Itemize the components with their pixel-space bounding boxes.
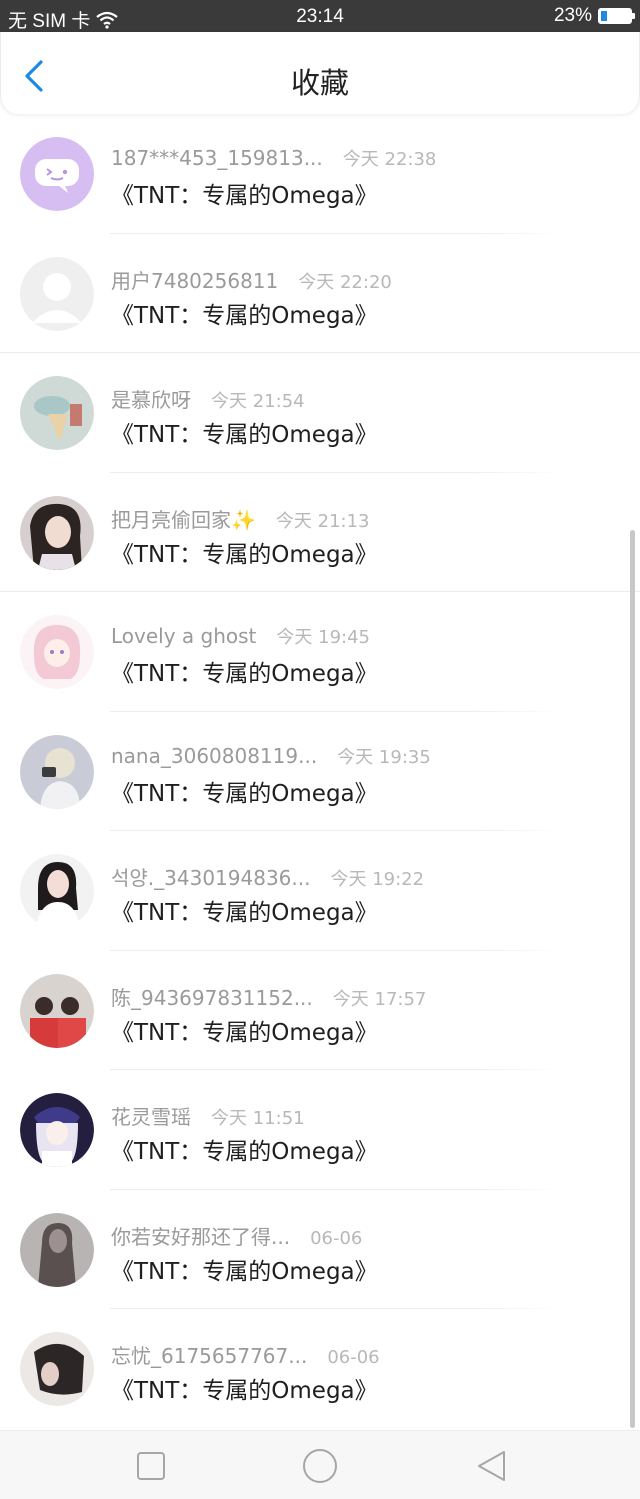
- timestamp: 今天 22:38: [342, 149, 437, 170]
- battery-icon: [598, 8, 635, 24]
- scrollbar[interactable]: [630, 530, 635, 1428]
- clock: 23:14: [296, 6, 344, 27]
- work-title[interactable]: 《TNT：专属的Omega》: [111, 893, 378, 927]
- timestamp: 今天 19:22: [330, 869, 425, 890]
- photo-avatar[interactable]: [20, 1332, 94, 1406]
- page-title: 收藏: [290, 66, 349, 100]
- work-title[interactable]: 《TNT：专属的Omega》: [111, 296, 378, 330]
- list-item[interactable]: 用户7480256811 今天 22:20 《TNT：专属的Omega》: [0, 234, 640, 353]
- username[interactable]: 用户7480256811: [111, 265, 278, 294]
- photo-avatar[interactable]: [20, 734, 94, 809]
- status-bar: 无 SIM 卡 23:14 23%: [0, 0, 640, 32]
- app-header: 收藏: [0, 32, 640, 114]
- username[interactable]: Lovely a ghost: [111, 624, 256, 648]
- username[interactable]: 花灵雪瑶: [111, 1101, 191, 1130]
- username[interactable]: 把月亮偷回家✨: [111, 504, 256, 533]
- photo-avatar[interactable]: [20, 854, 94, 928]
- list-item[interactable]: nana_3060808119... 今天 19:35 《TNT：专属的Omeg…: [0, 712, 640, 831]
- list-item[interactable]: 花灵雪瑶 今天 11:51 《TNT：专属的Omega》: [0, 1070, 640, 1190]
- anime-avatar[interactable]: [20, 1093, 94, 1167]
- anime-avatar[interactable]: [20, 615, 94, 689]
- list-item[interactable]: 你若安好那还了得... 06-06 《TNT：专属的Omega》: [0, 1190, 640, 1309]
- list-item[interactable]: 把月亮偷回家✨ 今天 21:13 《TNT：专属的Omega》: [0, 473, 640, 592]
- work-title[interactable]: 《TNT：专属的Omega》: [111, 774, 378, 808]
- username[interactable]: 忘忧_6175657767...: [111, 1340, 307, 1369]
- work-title[interactable]: 《TNT：专属的Omega》: [111, 535, 378, 569]
- work-title[interactable]: 《TNT：专属的Omega》: [111, 1132, 378, 1166]
- work-title[interactable]: 《TNT：专属的Omega》: [111, 1252, 378, 1286]
- list-item[interactable]: 187***453_159813... 今天 22:38 《TNT：专属的Ome…: [0, 114, 640, 234]
- photo-avatar[interactable]: [20, 495, 94, 570]
- username[interactable]: 陈_943697831152...: [111, 982, 313, 1011]
- status-right: 23%: [553, 5, 635, 27]
- timestamp: 06-06: [327, 1347, 380, 1368]
- square-icon[interactable]: [134, 1449, 168, 1483]
- list-item[interactable]: 忘忧_6175657767... 06-06 《TNT：专属的Omega》: [0, 1309, 640, 1429]
- timestamp: 今天 19:45: [276, 627, 371, 648]
- battery-percent: 23%: [553, 5, 592, 26]
- circle-icon[interactable]: [301, 1447, 339, 1485]
- photo-avatar[interactable]: [20, 376, 94, 450]
- timestamp: 今天 22:20: [298, 271, 392, 293]
- username[interactable]: 你若安好那还了得...: [111, 1221, 290, 1250]
- default-avatar[interactable]: [20, 256, 94, 331]
- username[interactable]: 是慕欣呀: [111, 384, 191, 413]
- favorites-list: 187***453_159813... 今天 22:38 《TNT：专属的Ome…: [0, 114, 640, 1429]
- timestamp: 今天 19:35: [337, 746, 431, 768]
- username[interactable]: 석양._3430194836...: [111, 862, 310, 891]
- system-nav-bar: [0, 1430, 640, 1499]
- username[interactable]: 187***453_159813...: [111, 146, 323, 170]
- list-item[interactable]: 陈_943697831152... 今天 17:57 《TNT：专属的Omega…: [0, 951, 640, 1070]
- triangle-back-icon[interactable]: [474, 1449, 508, 1483]
- list-item[interactable]: 석양._3430194836... 今天 19:22 《TNT：专属的Omega…: [0, 831, 640, 951]
- photo-avatar[interactable]: [20, 973, 94, 1048]
- work-title[interactable]: 《TNT：专属的Omega》: [111, 176, 378, 210]
- list-item[interactable]: 是慕欣呀 今天 21:54 《TNT：专属的Omega》: [0, 353, 640, 473]
- username[interactable]: nana_3060808119...: [111, 744, 317, 768]
- battery-fill: [601, 11, 607, 21]
- photo-avatar[interactable]: [20, 1212, 94, 1287]
- timestamp: 今天 21:54: [211, 391, 305, 412]
- work-title[interactable]: 《TNT：专属的Omega》: [111, 1371, 378, 1405]
- timestamp: 今天 17:57: [332, 988, 427, 1010]
- chat-bubble-avatar[interactable]: [20, 137, 94, 211]
- work-title[interactable]: 《TNT：专属的Omega》: [111, 654, 378, 688]
- work-title[interactable]: 《TNT：专属的Omega》: [111, 1013, 378, 1047]
- timestamp: 今天 11:51: [211, 1108, 305, 1129]
- list-item[interactable]: Lovely a ghost 今天 19:45 《TNT：专属的Omega》: [0, 592, 640, 712]
- timestamp: 今天 21:13: [275, 510, 370, 532]
- timestamp: 06-06: [310, 1227, 363, 1249]
- work-title[interactable]: 《TNT：专属的Omega》: [111, 415, 378, 449]
